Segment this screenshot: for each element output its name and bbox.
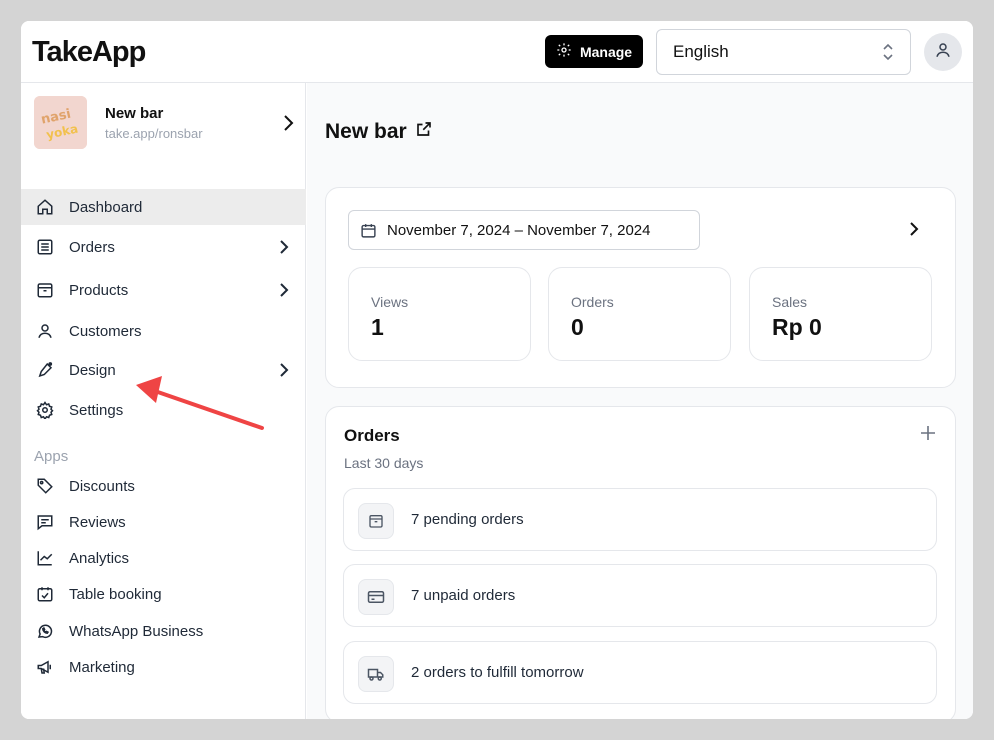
sidebar-item-design[interactable]: Design	[21, 352, 306, 388]
order-row-pending[interactable]: 7 pending orders	[343, 488, 937, 551]
apps-section-header: Apps	[34, 448, 69, 465]
sidebar-item-label: Marketing	[69, 658, 135, 676]
chevron-right-icon[interactable]	[909, 221, 919, 242]
sidebar-item-dashboard[interactable]: Dashboard	[21, 189, 306, 225]
stat-views: Views 1	[348, 267, 531, 361]
box-icon	[36, 281, 54, 299]
pen-icon	[36, 361, 54, 379]
message-icon	[36, 513, 54, 531]
stat-sales: Sales Rp 0	[749, 267, 932, 361]
sidebar-item-discounts[interactable]: Discounts	[21, 468, 306, 504]
store-thumbnail: nasi yoka	[34, 96, 87, 149]
page-title-text: New bar	[325, 120, 407, 143]
sidebar-item-marketing[interactable]: Marketing	[21, 649, 306, 685]
sidebar-item-orders[interactable]: Orders	[21, 229, 306, 265]
store-url: take.app/ronsbar	[105, 126, 203, 141]
order-row-label: 7 pending orders	[411, 511, 524, 528]
top-bar: TakeApp Manage English	[21, 21, 973, 83]
language-select[interactable]: English	[656, 29, 911, 75]
stat-orders: Orders 0	[548, 267, 731, 361]
sidebar-item-label: Analytics	[69, 549, 130, 567]
manage-button[interactable]: Manage	[545, 35, 643, 68]
sidebar-item-whatsapp-business[interactable]: WhatsApp Business	[21, 613, 306, 649]
stat-label: Views	[371, 294, 409, 310]
sidebar-item-label: Reviews	[69, 513, 126, 531]
sidebar-item-settings[interactable]: Settings	[21, 392, 306, 428]
user-avatar-button[interactable]	[924, 33, 962, 71]
sidebar-item-label: Discounts	[69, 477, 135, 495]
sidebar-item-products[interactable]: Products	[21, 272, 306, 308]
megaphone-icon	[36, 658, 54, 676]
sidebar-item-label: WhatsApp Business	[69, 622, 204, 640]
external-link-icon[interactable]	[415, 120, 433, 144]
stat-value: Rp 0	[772, 314, 822, 340]
stat-value: 0	[571, 314, 584, 340]
chevron-right-icon	[279, 239, 289, 260]
store-switcher[interactable]: nasi yoka New bar take.app/ronsbar	[21, 83, 306, 167]
order-row-label: 7 unpaid orders	[411, 587, 516, 604]
sidebar-item-label: Settings	[69, 401, 124, 419]
gear-icon	[556, 42, 572, 61]
page-title: New bar	[325, 120, 433, 144]
date-range-picker[interactable]: November 7, 2024 – November 7, 2024	[348, 210, 700, 250]
orders-card-subtitle: Last 30 days	[344, 455, 424, 471]
tag-icon	[36, 477, 54, 495]
list-icon	[36, 238, 54, 256]
order-row-fulfill-tomorrow[interactable]: 2 orders to fulfill tomorrow	[343, 641, 937, 704]
truck-icon	[358, 656, 394, 692]
sidebar-item-label: Dashboard	[69, 198, 143, 216]
user-icon	[934, 41, 952, 64]
whatsapp-icon	[36, 622, 54, 640]
plus-icon[interactable]	[920, 425, 936, 446]
chart-line-icon	[36, 549, 54, 567]
app-window: TakeApp Manage English nasi yoka New bar…	[21, 21, 973, 719]
store-name: New bar	[105, 105, 164, 122]
chevron-right-icon	[279, 282, 289, 303]
home-icon	[36, 198, 54, 216]
manage-label: Manage	[579, 43, 633, 60]
chevron-right-icon	[279, 362, 289, 383]
sidebar-item-reviews[interactable]: Reviews	[21, 504, 306, 540]
chevron-right-icon	[282, 114, 294, 137]
stat-label: Sales	[772, 294, 808, 310]
stats-card: November 7, 2024 – November 7, 2024 View…	[325, 187, 956, 388]
sidebar-item-label: Table booking	[69, 585, 162, 603]
stat-value: 1	[371, 314, 384, 340]
sidebar-item-label: Orders	[69, 238, 115, 256]
orders-card-title: Orders	[344, 426, 400, 445]
order-row-label: 2 orders to fulfill tomorrow	[411, 664, 584, 681]
sidebar-item-label: Products	[69, 281, 129, 299]
main-content: New bar November 7, 2024 – November 7, 2…	[307, 83, 973, 719]
calendar-check-icon	[36, 585, 54, 603]
sidebar-item-label: Customers	[69, 322, 142, 340]
takeapp-logo[interactable]: TakeApp	[32, 36, 146, 69]
sidebar: nasi yoka New bar take.app/ronsbar Dashb…	[21, 83, 306, 719]
date-range-text: November 7, 2024 – November 7, 2024	[387, 221, 651, 239]
stat-label: Orders	[571, 294, 614, 310]
order-row-unpaid[interactable]: 7 unpaid orders	[343, 564, 937, 627]
orders-card: Orders Last 30 days 7 pending orders 7 u…	[325, 406, 956, 719]
credit-card-icon	[358, 579, 394, 615]
calendar-icon	[360, 222, 377, 243]
chevron-up-down-icon	[882, 42, 894, 67]
user-icon	[36, 322, 54, 340]
sidebar-item-table-booking[interactable]: Table booking	[21, 576, 306, 612]
gear-icon	[36, 401, 54, 421]
sidebar-item-analytics[interactable]: Analytics	[21, 540, 306, 576]
sidebar-item-label: Design	[69, 361, 116, 379]
language-value: English	[673, 42, 729, 61]
box-icon	[358, 503, 394, 539]
sidebar-item-customers[interactable]: Customers	[21, 313, 306, 349]
